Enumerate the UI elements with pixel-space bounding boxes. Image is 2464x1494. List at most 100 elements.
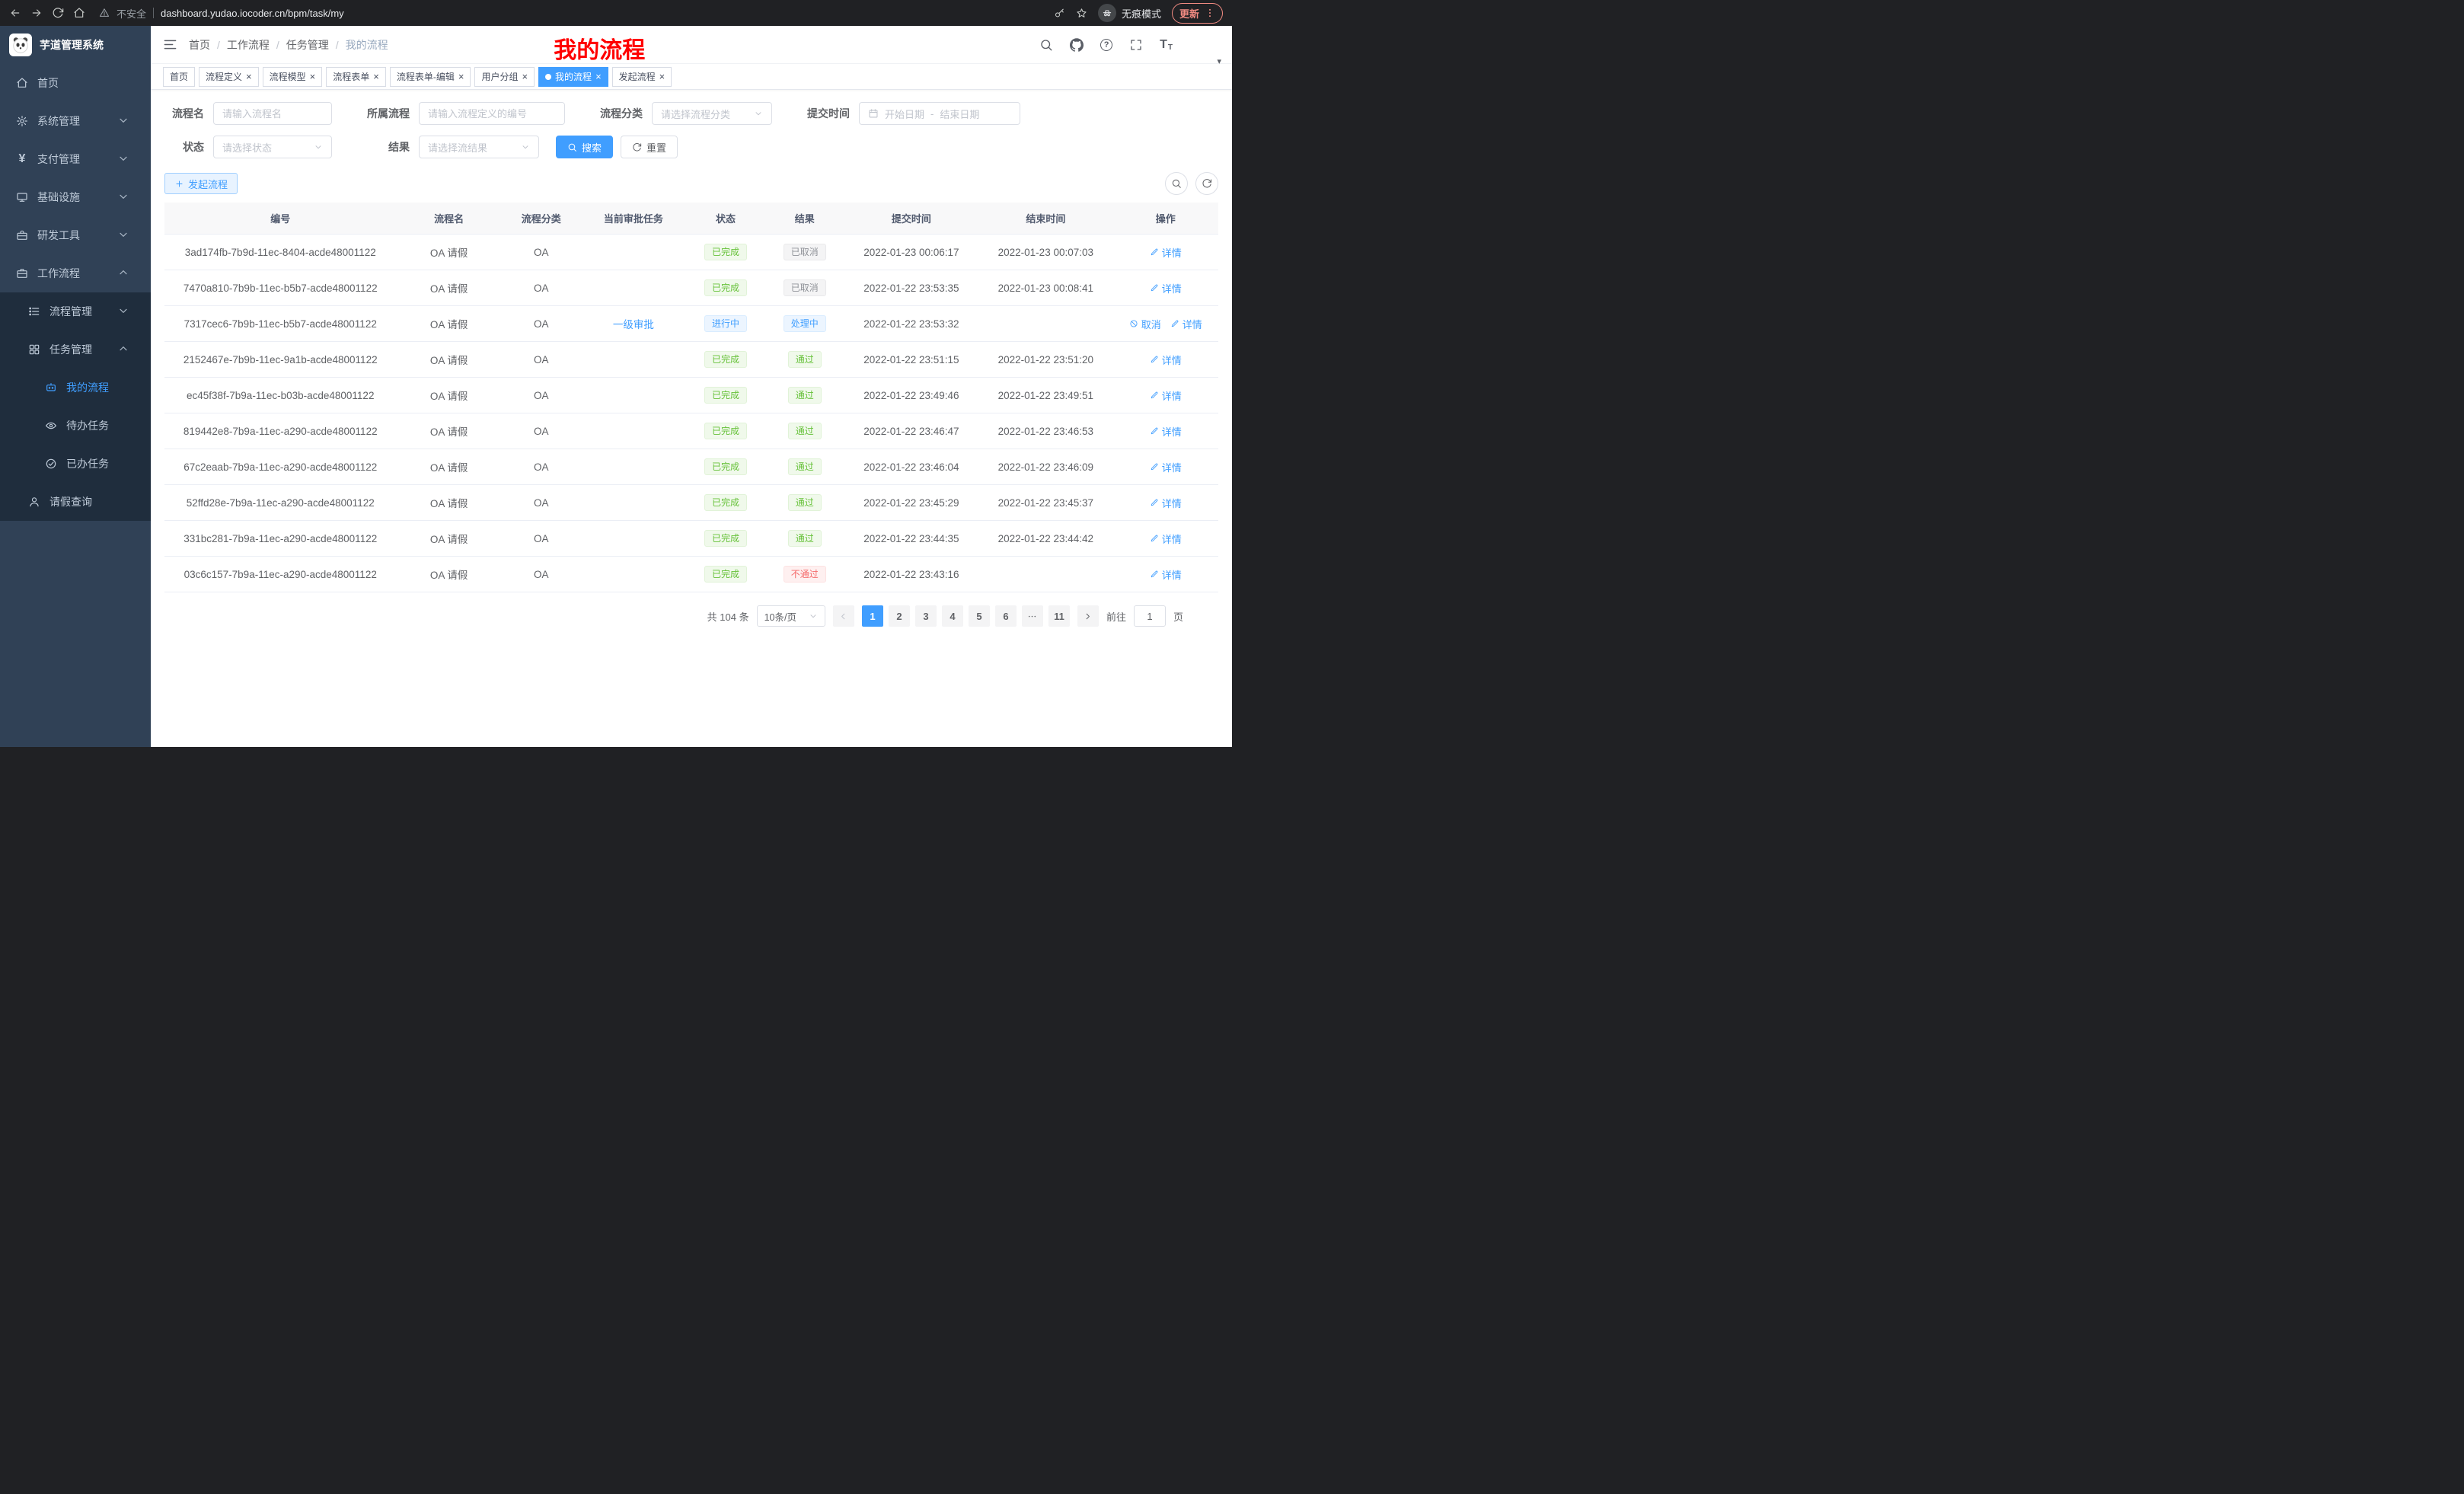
user-menu[interactable]: ▾	[1189, 34, 1220, 56]
cell-result: 已取消	[765, 235, 844, 270]
breadcrumb-item[interactable]: 任务管理	[286, 37, 329, 53]
category-select[interactable]: 请选择流程分类	[652, 102, 772, 125]
incognito-chip[interactable]: 无痕模式	[1098, 4, 1161, 22]
update-menu-button[interactable]: 更新	[1172, 3, 1223, 24]
create-process-button[interactable]: 发起流程	[164, 173, 238, 194]
process-name-input[interactable]	[213, 102, 332, 125]
sidebar-item-6[interactable]: 流程管理	[0, 292, 151, 330]
cell-current-task	[581, 413, 686, 449]
edit-icon	[1150, 462, 1159, 471]
cell-result: 已取消	[765, 270, 844, 306]
page-button-1[interactable]: 1	[862, 605, 883, 627]
address-bar[interactable]: 不安全 dashboard.yudao.iocoder.cn/bpm/task/…	[99, 6, 1045, 21]
font-size-icon[interactable]: TT	[1160, 38, 1173, 52]
browser-reload-button[interactable]	[52, 7, 64, 19]
detail-link[interactable]: 详情	[1150, 245, 1182, 260]
close-icon[interactable]: ×	[595, 72, 602, 81]
browser-back-button[interactable]	[9, 7, 21, 19]
tab-0[interactable]: 首页	[163, 67, 195, 87]
app-title: 芋道管理系统	[40, 37, 104, 53]
breadcrumb-item[interactable]: 工作流程	[227, 37, 270, 53]
result-select[interactable]: 请选择流结果	[419, 136, 539, 158]
close-icon[interactable]: ×	[659, 72, 665, 81]
tab-1[interactable]: 流程定义×	[199, 67, 259, 87]
prev-page-button[interactable]	[833, 605, 854, 627]
date-range-picker[interactable]: 开始日期 - 结束日期	[859, 102, 1020, 125]
sidebar-item-7[interactable]: 任务管理	[0, 330, 151, 369]
breadcrumb-item[interactable]: 首页	[189, 37, 210, 53]
page-size-select[interactable]: 10条/页	[757, 605, 825, 627]
close-icon[interactable]: ×	[373, 72, 379, 81]
home-icon	[15, 77, 29, 89]
cell-category: OA	[502, 413, 581, 449]
cell-actions: 详情	[1113, 235, 1218, 270]
detail-link[interactable]: 详情	[1150, 388, 1182, 403]
page-button-3[interactable]: 3	[915, 605, 937, 627]
tab-5[interactable]: 用户分组×	[474, 67, 535, 87]
close-icon[interactable]: ×	[246, 72, 252, 81]
detail-link[interactable]: 详情	[1150, 532, 1182, 546]
workflow-icon	[15, 267, 29, 279]
sidebar-collapse-button[interactable]	[163, 37, 177, 52]
reset-button[interactable]: 重置	[621, 136, 678, 158]
refresh-table-button[interactable]	[1195, 172, 1218, 195]
sidebar-item-1[interactable]: 系统管理	[0, 102, 151, 140]
fullscreen-icon[interactable]	[1129, 38, 1143, 52]
cancel-link[interactable]: 取消	[1129, 317, 1161, 331]
tab-3[interactable]: 流程表单×	[326, 67, 386, 87]
breadcrumb-separator: /	[276, 39, 279, 51]
more-pages-button[interactable]	[1022, 605, 1043, 627]
github-icon[interactable]	[1070, 38, 1084, 52]
sidebar-item-2[interactable]: ¥支付管理	[0, 140, 151, 178]
cell-actions: 详情	[1113, 378, 1218, 413]
table-row: ec45f38f-7b9a-11ec-b03b-acde48001122OA 请…	[164, 378, 1218, 413]
sidebar-item-10[interactable]: 已办任务	[0, 445, 151, 483]
page-button-11[interactable]: 11	[1048, 605, 1070, 627]
status-select[interactable]: 请选择状态	[213, 136, 332, 158]
goto-page-input[interactable]	[1134, 605, 1166, 627]
edit-icon	[1150, 426, 1159, 436]
page-button-4[interactable]: 4	[942, 605, 963, 627]
page-button-2[interactable]: 2	[889, 605, 910, 627]
search-button[interactable]: 搜索	[556, 136, 613, 158]
detail-link[interactable]: 详情	[1150, 353, 1182, 367]
password-key-icon[interactable]	[1054, 8, 1065, 19]
security-warning-icon	[99, 8, 110, 18]
current-task-link[interactable]: 一级审批	[613, 319, 654, 330]
browser-forward-button[interactable]	[30, 7, 43, 19]
close-icon[interactable]: ×	[522, 72, 528, 81]
page-button-6[interactable]: 6	[995, 605, 1017, 627]
close-icon[interactable]: ×	[458, 72, 464, 81]
detail-link[interactable]: 详情	[1150, 424, 1182, 439]
sidebar-item-9[interactable]: 待办任务	[0, 407, 151, 445]
sidebar-logo[interactable]: 芋道管理系统	[0, 26, 151, 64]
close-icon[interactable]: ×	[310, 72, 316, 81]
tab-4[interactable]: 流程表单-编辑×	[390, 67, 471, 87]
toggle-search-button[interactable]	[1165, 172, 1188, 195]
detail-link[interactable]: 详情	[1150, 281, 1182, 295]
help-icon[interactable]: ?	[1100, 39, 1112, 51]
tab-label: 发起流程	[619, 70, 656, 83]
header-search-icon[interactable]	[1039, 38, 1053, 52]
detail-link[interactable]: 详情	[1170, 317, 1202, 331]
process-definition-input[interactable]	[419, 102, 565, 125]
sidebar-item-11[interactable]: 请假查询	[0, 483, 151, 521]
detail-link[interactable]: 详情	[1150, 460, 1182, 474]
tab-2[interactable]: 流程模型×	[263, 67, 323, 87]
detail-link[interactable]: 详情	[1150, 567, 1182, 582]
sidebar-item-0[interactable]: 首页	[0, 64, 151, 102]
sidebar-item-8[interactable]: 我的流程	[0, 369, 151, 407]
bookmark-star-icon[interactable]	[1076, 8, 1087, 19]
next-page-button[interactable]	[1077, 605, 1099, 627]
cell-result: 通过	[765, 485, 844, 521]
sidebar-item-3[interactable]: 基础设施	[0, 178, 151, 216]
tab-6[interactable]: 我的流程×	[538, 67, 608, 87]
page-button-5[interactable]: 5	[969, 605, 990, 627]
pagination-total: 共 104 条	[707, 609, 749, 624]
status-tag: 进行中	[704, 315, 747, 332]
tab-7[interactable]: 发起流程×	[612, 67, 672, 87]
browser-home-button[interactable]	[73, 7, 85, 19]
detail-link[interactable]: 详情	[1150, 496, 1182, 510]
sidebar-item-5[interactable]: 工作流程	[0, 254, 151, 292]
sidebar-item-4[interactable]: 研发工具	[0, 216, 151, 254]
